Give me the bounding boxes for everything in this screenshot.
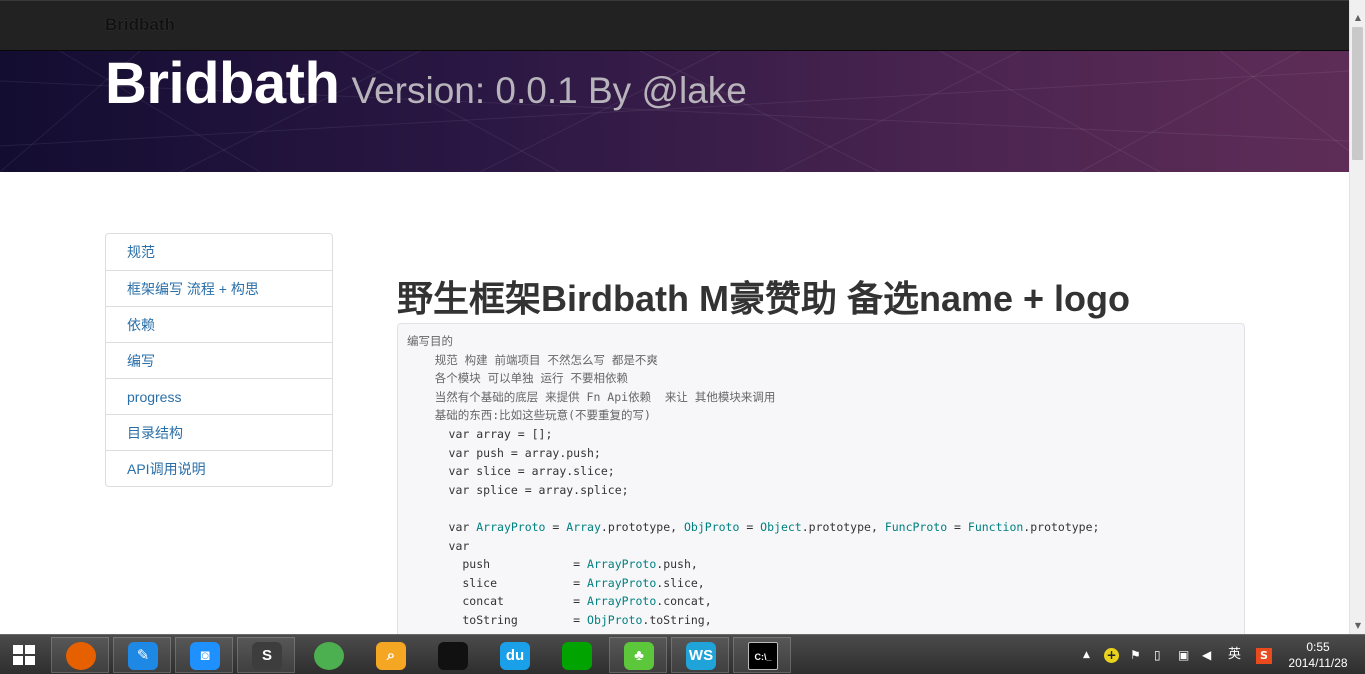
volume-icon[interactable]: ◀ bbox=[1202, 635, 1211, 674]
code-line: var array = []; bbox=[407, 426, 553, 441]
taskbar-app-button[interactable]: ◙ bbox=[175, 637, 233, 673]
code-line: push = ArrayProto.push, bbox=[407, 557, 698, 572]
cmd-console-icon: C:\_ bbox=[748, 642, 778, 670]
taskbar-app-button[interactable]: C:\_ bbox=[733, 637, 791, 673]
taskbar-app-button[interactable] bbox=[299, 637, 357, 673]
code-line: 编写目的 bbox=[407, 334, 453, 348]
code-line: 规范 构建 前端项目 不然怎么写 都是不爽 bbox=[407, 352, 658, 367]
taskbar-app-button[interactable]: ⌕ bbox=[361, 637, 419, 673]
chrome-icon bbox=[314, 642, 344, 670]
taskbar-app-button[interactable] bbox=[423, 637, 481, 673]
firefox-icon bbox=[66, 642, 96, 670]
banner-heading: Bridbath Version: 0.0.1 By @lake bbox=[105, 51, 747, 117]
sogou-ime-icon[interactable]: S bbox=[1256, 635, 1272, 674]
code-block: 编写目的 规范 构建 前端项目 不然怎么写 都是不爽 各个模块 可以单独 运行 … bbox=[397, 323, 1245, 643]
input-language[interactable]: 英 bbox=[1228, 635, 1241, 674]
banner-title: Bridbath bbox=[105, 51, 340, 116]
phone-icon[interactable]: ▯ bbox=[1154, 635, 1161, 674]
code-line: var ArrayProto = Array.prototype, ObjPro… bbox=[407, 519, 1100, 534]
scroll-up-arrow-icon[interactable]: ▲ bbox=[1350, 10, 1365, 26]
store-icon bbox=[562, 642, 592, 670]
code-line: 各个模块 可以单独 运行 不要相依赖 bbox=[407, 371, 628, 386]
top-navbar: Bridbath bbox=[0, 0, 1349, 51]
sidebar-nav: 规范 框架编写 流程 + 构思 依赖 编写 progress 目录结构 API调… bbox=[105, 233, 333, 487]
clock-date: 2014/11/28 bbox=[1288, 656, 1348, 670]
code-line: var splice = array.splice; bbox=[407, 482, 629, 497]
code-line: var push = array.push; bbox=[407, 445, 601, 460]
pen-notes-icon: ✎ bbox=[128, 642, 158, 670]
code-line: 基础的东西:比如这些玩意(不要重复的写) bbox=[407, 408, 651, 423]
taskbar-app-button[interactable] bbox=[547, 637, 605, 673]
taskbar-app-button[interactable] bbox=[51, 637, 109, 673]
sublime-text-icon: S bbox=[252, 642, 282, 670]
navbar-brand[interactable]: Bridbath bbox=[105, 15, 175, 35]
network-icon[interactable]: ▣ bbox=[1178, 635, 1189, 674]
code-line: var bbox=[407, 538, 470, 553]
baidu-du-icon: du bbox=[500, 642, 530, 670]
sidebar-item-guidelines[interactable]: 规范 bbox=[106, 234, 332, 270]
sidebar-item-directory-structure[interactable]: 目录结构 bbox=[106, 414, 332, 450]
tray-plus-icon[interactable]: + bbox=[1104, 635, 1119, 674]
system-clock[interactable]: 0:55 2014/11/28 bbox=[1283, 639, 1353, 671]
sidebar-item-writing[interactable]: 编写 bbox=[106, 342, 332, 378]
code-line: var slice = array.slice; bbox=[407, 464, 615, 479]
taskbar-app-button[interactable]: WS bbox=[671, 637, 729, 673]
start-button[interactable] bbox=[0, 635, 48, 674]
taskbar-app-button[interactable]: ✎ bbox=[113, 637, 171, 673]
tray-expand-icon[interactable]: ▲ bbox=[1083, 635, 1090, 674]
code-content: 编写目的 规范 构建 前端项目 不然怎么写 都是不爽 各个模块 可以单独 运行 … bbox=[407, 332, 1235, 642]
windows-logo-icon bbox=[13, 645, 35, 665]
taskbar-app-button[interactable]: ♣ bbox=[609, 637, 667, 673]
sidebar-item-progress[interactable]: progress bbox=[106, 378, 332, 414]
qq-browser-icon: ◙ bbox=[190, 642, 220, 670]
scroll-down-arrow-icon[interactable]: ▼ bbox=[1350, 618, 1365, 634]
clock-time: 0:55 bbox=[1306, 640, 1330, 654]
code-line: slice = ArrayProto.slice, bbox=[407, 575, 705, 590]
webstorm-icon: WS bbox=[686, 642, 716, 670]
windows-taskbar: ✎ ◙ S ⌕ du ♣ WS C:\_ ▲ + ⚑ ▯ ▣ ◀ 英 S 0:55 2014/… bbox=[0, 634, 1365, 674]
qq-penguin-icon bbox=[438, 642, 468, 670]
sidebar-item-framework-flow[interactable]: 框架编写 流程 + 构思 bbox=[106, 270, 332, 306]
code-line: concat = ArrayProto.concat, bbox=[407, 594, 712, 609]
banner-subtitle: Version: 0.0.1 By @lake bbox=[351, 70, 747, 111]
taskbar-app-button[interactable]: S bbox=[237, 637, 295, 673]
header-banner: Bridbath Version: 0.0.1 By @lake bbox=[0, 51, 1349, 172]
code-line: 当然有个基础的底层 来提供 Fn Api依赖 来让 其他模块来调用 bbox=[407, 389, 776, 404]
sidebar-item-dependencies[interactable]: 依赖 bbox=[106, 306, 332, 342]
search-tool-icon: ⌕ bbox=[376, 642, 406, 670]
taskbar-app-button[interactable]: du bbox=[485, 637, 543, 673]
sidebar-item-api-usage[interactable]: API调用说明 bbox=[106, 450, 332, 486]
scrollbar-thumb[interactable] bbox=[1352, 27, 1363, 160]
flag-icon[interactable]: ⚑ bbox=[1130, 635, 1141, 674]
code-line: toString = ObjProto.toString, bbox=[407, 612, 712, 627]
page-scrollbar[interactable]: ▲ ▼ bbox=[1349, 0, 1365, 634]
clover-icon: ♣ bbox=[624, 642, 654, 670]
page-title: 野生框架Birdbath M豪赞助 备选name + logo bbox=[397, 278, 1131, 319]
